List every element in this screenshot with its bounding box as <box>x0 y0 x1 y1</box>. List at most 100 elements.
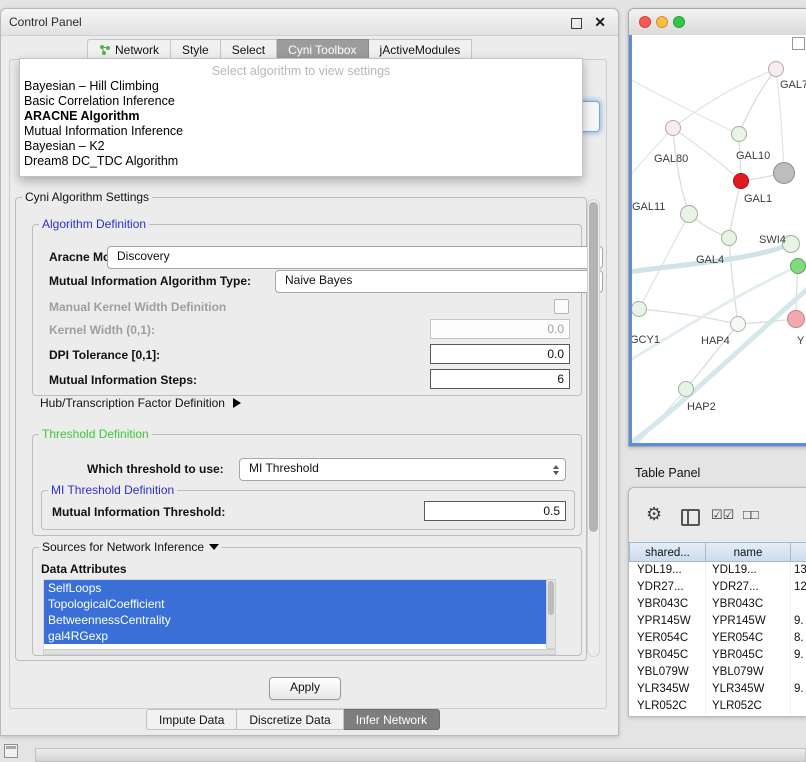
network-node-label: HAP4 <box>701 335 730 347</box>
table-row[interactable]: YBL079WYBL079W <box>629 664 806 681</box>
algorithm-option-aracne-algorithm[interactable]: ARACNE Algorithm <box>20 109 582 124</box>
network-node-gal11[interactable] <box>680 205 698 223</box>
minimize-icon[interactable] <box>571 18 582 29</box>
algorithm-option-basic-correlation-inference[interactable]: Basic Correlation Inference <box>20 94 582 109</box>
network-canvas[interactable]: GAL80GAL10GAL7GAL1GAL11GAL4SWI4GCY1HAP4Y… <box>629 35 806 446</box>
apply-button[interactable]: Apply <box>269 677 341 700</box>
column-header-partial[interactable] <box>790 542 806 562</box>
attribute-item-selfloops[interactable]: SelfLoops <box>44 580 547 596</box>
dpi-tolerance-label: DPI Tolerance [0,1]: <box>49 348 160 362</box>
algorithm-popup-placeholder: Select algorithm to view settings <box>20 63 582 79</box>
close-icon[interactable]: ✕ <box>594 14 606 31</box>
network-node-gal1[interactable] <box>733 173 749 189</box>
algorithm-definition-title: Algorithm Definition <box>39 217 149 231</box>
table-cell: YDR27... <box>705 579 790 596</box>
mi-threshold-title: MI Threshold Definition <box>48 483 177 497</box>
restore-panel-icon[interactable] <box>4 744 18 758</box>
table-row[interactable]: YDL19...YDL19...13 <box>629 562 806 579</box>
traffic-light-zoom[interactable] <box>673 16 685 28</box>
cyni-settings-title: Cyni Algorithm Settings <box>22 190 152 204</box>
network-node-hap2[interactable] <box>678 381 694 397</box>
which-threshold-select[interactable]: MI Threshold <box>239 458 566 481</box>
algorithm-option-mutual-information-inference[interactable]: Mutual Information Inference <box>20 124 582 139</box>
aracne-mode-select[interactable]: Discovery <box>107 246 603 269</box>
table-cell <box>790 664 806 681</box>
collapse-caret-icon[interactable] <box>209 544 219 550</box>
table-cell: 13 <box>790 562 806 579</box>
network-icon <box>99 44 111 56</box>
table-row[interactable]: YBR045CYBR045C9. <box>629 647 806 664</box>
control-panel-window: Control Panel ✕ NetworkStyleSelectCyni T… <box>0 8 619 736</box>
bottom-tab-discretize-data[interactable]: Discretize Data <box>237 709 343 730</box>
birdseye-toggle[interactable] <box>792 37 805 50</box>
table-row[interactable]: YLR345WYLR345W9. <box>629 681 806 698</box>
dpi-tolerance-field[interactable]: 0.0 <box>430 344 570 364</box>
kernel-width-field[interactable]: 0.0 <box>430 319 570 339</box>
network-node-gal10[interactable] <box>731 126 747 142</box>
mi-algorithm-type-value: Naive Bayes <box>285 273 352 287</box>
manual-kernel-width-checkbox[interactable] <box>554 299 569 314</box>
algorithm-option-bayesian-k2[interactable]: Bayesian – K2 <box>20 139 582 154</box>
algorithm-option-bayesian-hill-climbing[interactable]: Bayesian – Hill Climbing <box>20 79 582 94</box>
list-horizontal-scrollbar[interactable] <box>43 649 556 655</box>
network-nodes: GAL80GAL10GAL7GAL1GAL11GAL4SWI4GCY1HAP4Y… <box>632 35 806 443</box>
algorithm-definition-group: Algorithm Definition Aracne Mode: Discov… <box>32 224 582 396</box>
manual-kernel-width-label: Manual Kernel Width Definition <box>49 300 226 314</box>
network-node-gcy1[interactable] <box>631 301 647 317</box>
traffic-light-minimize[interactable] <box>656 16 668 28</box>
table-cell: YLR345W <box>629 681 705 698</box>
stepper-icon <box>553 465 559 475</box>
bottom-tab-infer-network[interactable]: Infer Network <box>344 709 440 730</box>
bottom-tab-impute-data[interactable]: Impute Data <box>146 709 237 730</box>
network-node-gal4[interactable] <box>721 230 737 246</box>
table-row[interactable]: YLR052CYLR052C <box>629 698 806 715</box>
tab-label: Network <box>115 40 159 60</box>
table-cell: YLR345W <box>705 681 790 698</box>
network-node-label: GCY1 <box>630 334 660 346</box>
mi-threshold-field[interactable]: 0.5 <box>424 501 566 521</box>
network-node-gal7[interactable] <box>768 61 784 77</box>
attribute-item-gal4rgexp[interactable]: gal4RGexp <box>44 628 547 644</box>
tab-bar: NetworkStyleSelectCyni ToolboxjActiveMod… <box>87 39 472 59</box>
table-row[interactable]: YBR043CYBR043C <box>629 596 806 613</box>
data-attributes-list[interactable]: SelfLoopsTopologicalCoefficientBetweenne… <box>43 579 548 651</box>
table-row[interactable]: YDR27...YDR27...12 <box>629 579 806 596</box>
network-node-gal80[interactable] <box>665 120 681 136</box>
column-header-name[interactable]: name <box>705 542 790 562</box>
table-row[interactable]: YPR145WYPR145W9. <box>629 613 806 630</box>
settings-scrollbar[interactable] <box>587 199 600 657</box>
network-node-label: SWI4 <box>759 234 786 246</box>
bottom-panel-strip <box>35 748 806 762</box>
control-panel-titlebar[interactable]: Control Panel ✕ <box>1 9 618 36</box>
network-node[interactable] <box>773 162 795 184</box>
table-cell: YBL079W <box>629 664 705 681</box>
network-node-hap4[interactable] <box>730 316 746 332</box>
table-row[interactable]: YER054CYER054C8. <box>629 630 806 647</box>
list-vertical-scrollbar[interactable] <box>546 579 556 649</box>
settings-scrollbar-thumb[interactable] <box>589 202 598 532</box>
hub-definition-section[interactable]: Hub/Transcription Factor Definition <box>40 396 241 410</box>
table-cell: YDR27... <box>629 579 705 596</box>
network-node[interactable] <box>790 258 806 274</box>
network-window-titlebar[interactable] <box>629 9 806 36</box>
attribute-item-topologicalcoefficient[interactable]: TopologicalCoefficient <box>44 596 547 612</box>
deselect-all-columns-icon[interactable]: □□ <box>743 507 759 522</box>
network-node-label: GAL10 <box>736 150 770 162</box>
select-all-columns-icon[interactable]: ☑☑ <box>711 507 734 523</box>
table-cell: YDL19... <box>705 562 790 579</box>
attribute-item-betweennesscentrality[interactable]: BetweennessCentrality <box>44 612 547 628</box>
mi-algorithm-type-select[interactable]: Naive Bayes <box>275 270 603 293</box>
traffic-light-close[interactable] <box>639 16 651 28</box>
window-title: Control Panel <box>9 15 82 29</box>
settings-gear-icon[interactable]: ⚙ <box>646 505 662 523</box>
tab-label: Cyni Toolbox <box>288 40 356 60</box>
columns-icon[interactable] <box>681 509 700 526</box>
network-node-y[interactable] <box>787 310 805 328</box>
column-header-shared-name[interactable]: shared... <box>629 542 705 562</box>
mi-steps-field[interactable]: 6 <box>430 369 570 389</box>
sources-group: Sources for Network Inference Data Attri… <box>32 547 582 656</box>
algorithm-option-dream8-dc-tdc-algorithm[interactable]: Dream8 DC_TDC Algorithm <box>20 154 582 169</box>
table-body: YDL19...YDL19...13YDR27...YDR27...12YBR0… <box>629 562 806 716</box>
table-cell: YBR043C <box>629 596 705 613</box>
table-header: shared... name <box>629 542 806 562</box>
